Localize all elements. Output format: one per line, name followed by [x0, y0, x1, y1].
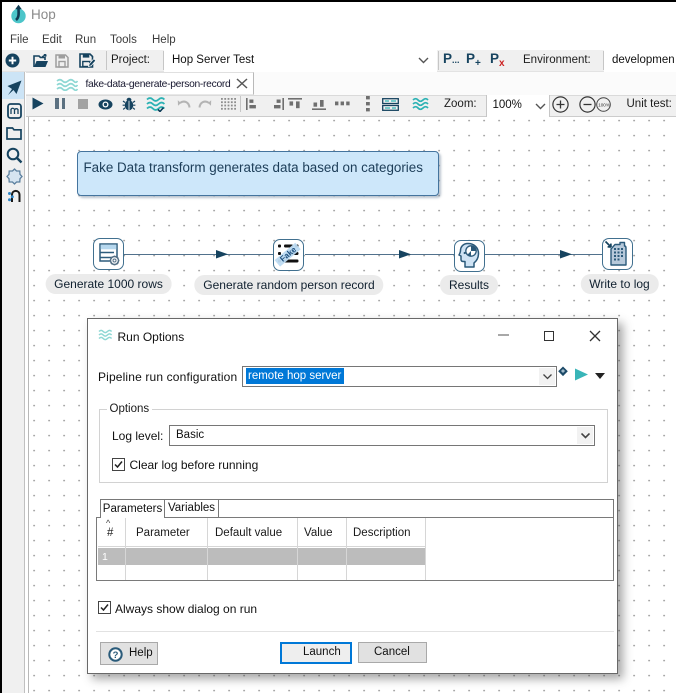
svg-text:100%: 100%: [598, 102, 610, 107]
svg-text:?: ?: [113, 650, 119, 661]
